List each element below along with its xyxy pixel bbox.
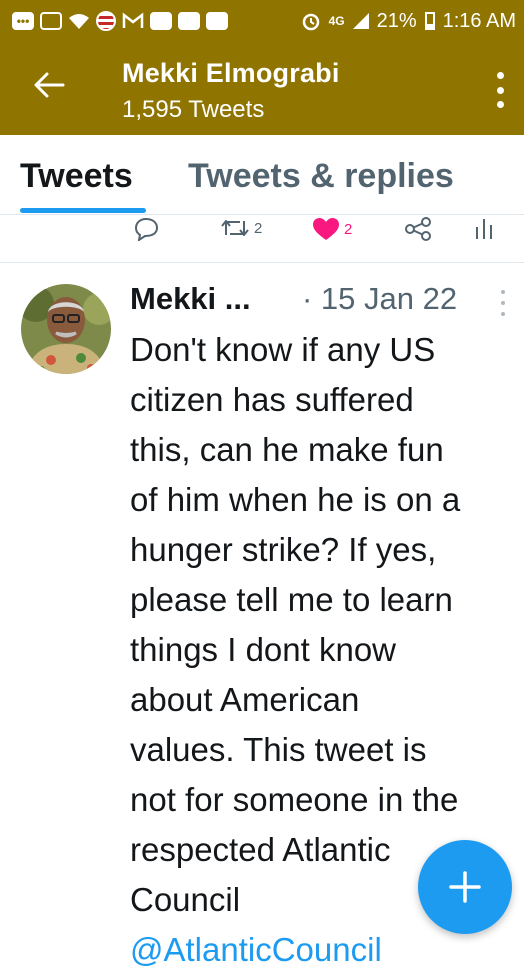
image-icon bbox=[40, 12, 62, 30]
tweet-text-line: not for someone in the bbox=[130, 781, 459, 818]
tweet-date[interactable]: · 15 Jan 22 bbox=[302, 281, 457, 317]
heart-icon bbox=[313, 218, 339, 240]
profile-name: Mekki Elmograbi bbox=[122, 58, 340, 88]
tweet-text-line: about American bbox=[130, 681, 360, 718]
gmail-icon bbox=[122, 12, 144, 28]
tab-tweets[interactable]: Tweets bbox=[20, 157, 133, 196]
profile-tabs: Tweets Tweets & replies bbox=[0, 135, 524, 215]
retweet-count: 2 bbox=[254, 219, 263, 237]
tweet-text-line: things I dont know bbox=[130, 631, 396, 668]
battery-icon bbox=[424, 12, 435, 30]
tweet-author[interactable]: Mekki ... bbox=[130, 281, 251, 317]
alarm-icon bbox=[302, 13, 319, 31]
analytics-button[interactable] bbox=[474, 217, 494, 241]
tab-tweets-and-replies[interactable]: Tweets & replies bbox=[188, 157, 454, 196]
reply-button[interactable] bbox=[132, 217, 160, 241]
tweet-text-line: please tell me to learn bbox=[130, 581, 453, 618]
reply-icon bbox=[134, 217, 159, 241]
network-type: 4G bbox=[328, 14, 345, 28]
status-icons-left: ••• bbox=[0, 11, 228, 31]
status-icons-right: 4G 21% 1:16 AM bbox=[301, 0, 516, 42]
dot-icon bbox=[496, 101, 504, 108]
retweet-icon bbox=[221, 220, 249, 236]
battery-percent: 21% bbox=[376, 9, 417, 32]
more-notifications-icon: ••• bbox=[12, 12, 34, 30]
tweet-more-button[interactable] bbox=[500, 290, 506, 316]
back-button[interactable] bbox=[32, 68, 66, 102]
dot-icon bbox=[496, 86, 504, 94]
wifi-icon bbox=[69, 14, 89, 29]
bar-chart-icon bbox=[476, 219, 492, 239]
flipboard-icon bbox=[150, 12, 172, 30]
tweet-text-line: of him when he is on a bbox=[130, 481, 461, 518]
like-count: 2 bbox=[344, 220, 353, 238]
dot-icon bbox=[496, 72, 504, 79]
profile-header: Mekki Elmograbi 1,595 Tweets bbox=[0, 42, 524, 135]
overflow-menu-button[interactable] bbox=[494, 72, 506, 108]
like-button[interactable]: 2 bbox=[312, 217, 352, 241]
share-button[interactable] bbox=[404, 217, 432, 241]
dot-icon bbox=[501, 301, 505, 305]
tweet-text-line: Don't know if any US bbox=[130, 331, 436, 368]
previous-tweet-actions: 2 2 bbox=[0, 215, 524, 250]
back-arrow-icon bbox=[34, 72, 65, 98]
status-bar: ••• 4G 21% 1:16 AM bbox=[0, 0, 524, 42]
tweet-count: 1,595 Tweets bbox=[122, 96, 265, 123]
retweet-button[interactable]: 2 bbox=[220, 217, 262, 239]
signal-icon bbox=[352, 13, 369, 29]
tweet-text-line: hunger strike? If yes, bbox=[130, 531, 437, 568]
tweet-text-line: this, can he make fun bbox=[130, 431, 444, 468]
plus-icon bbox=[449, 871, 481, 903]
youtube-icon bbox=[206, 12, 228, 30]
divider bbox=[0, 262, 524, 263]
active-tab-indicator bbox=[20, 208, 146, 213]
tweet-text-line: values. This tweet is bbox=[130, 731, 427, 768]
dot-icon bbox=[501, 290, 505, 294]
flag-icon bbox=[96, 11, 116, 31]
tweet-text-line: citizen has suffered bbox=[130, 381, 414, 418]
avatar-image bbox=[21, 284, 111, 374]
dot-icon bbox=[501, 312, 505, 316]
youtube-icon bbox=[178, 12, 200, 30]
share-icon bbox=[405, 217, 431, 241]
compose-tweet-button[interactable] bbox=[418, 840, 512, 934]
clock: 1:16 AM bbox=[442, 9, 516, 32]
avatar[interactable] bbox=[21, 284, 111, 374]
